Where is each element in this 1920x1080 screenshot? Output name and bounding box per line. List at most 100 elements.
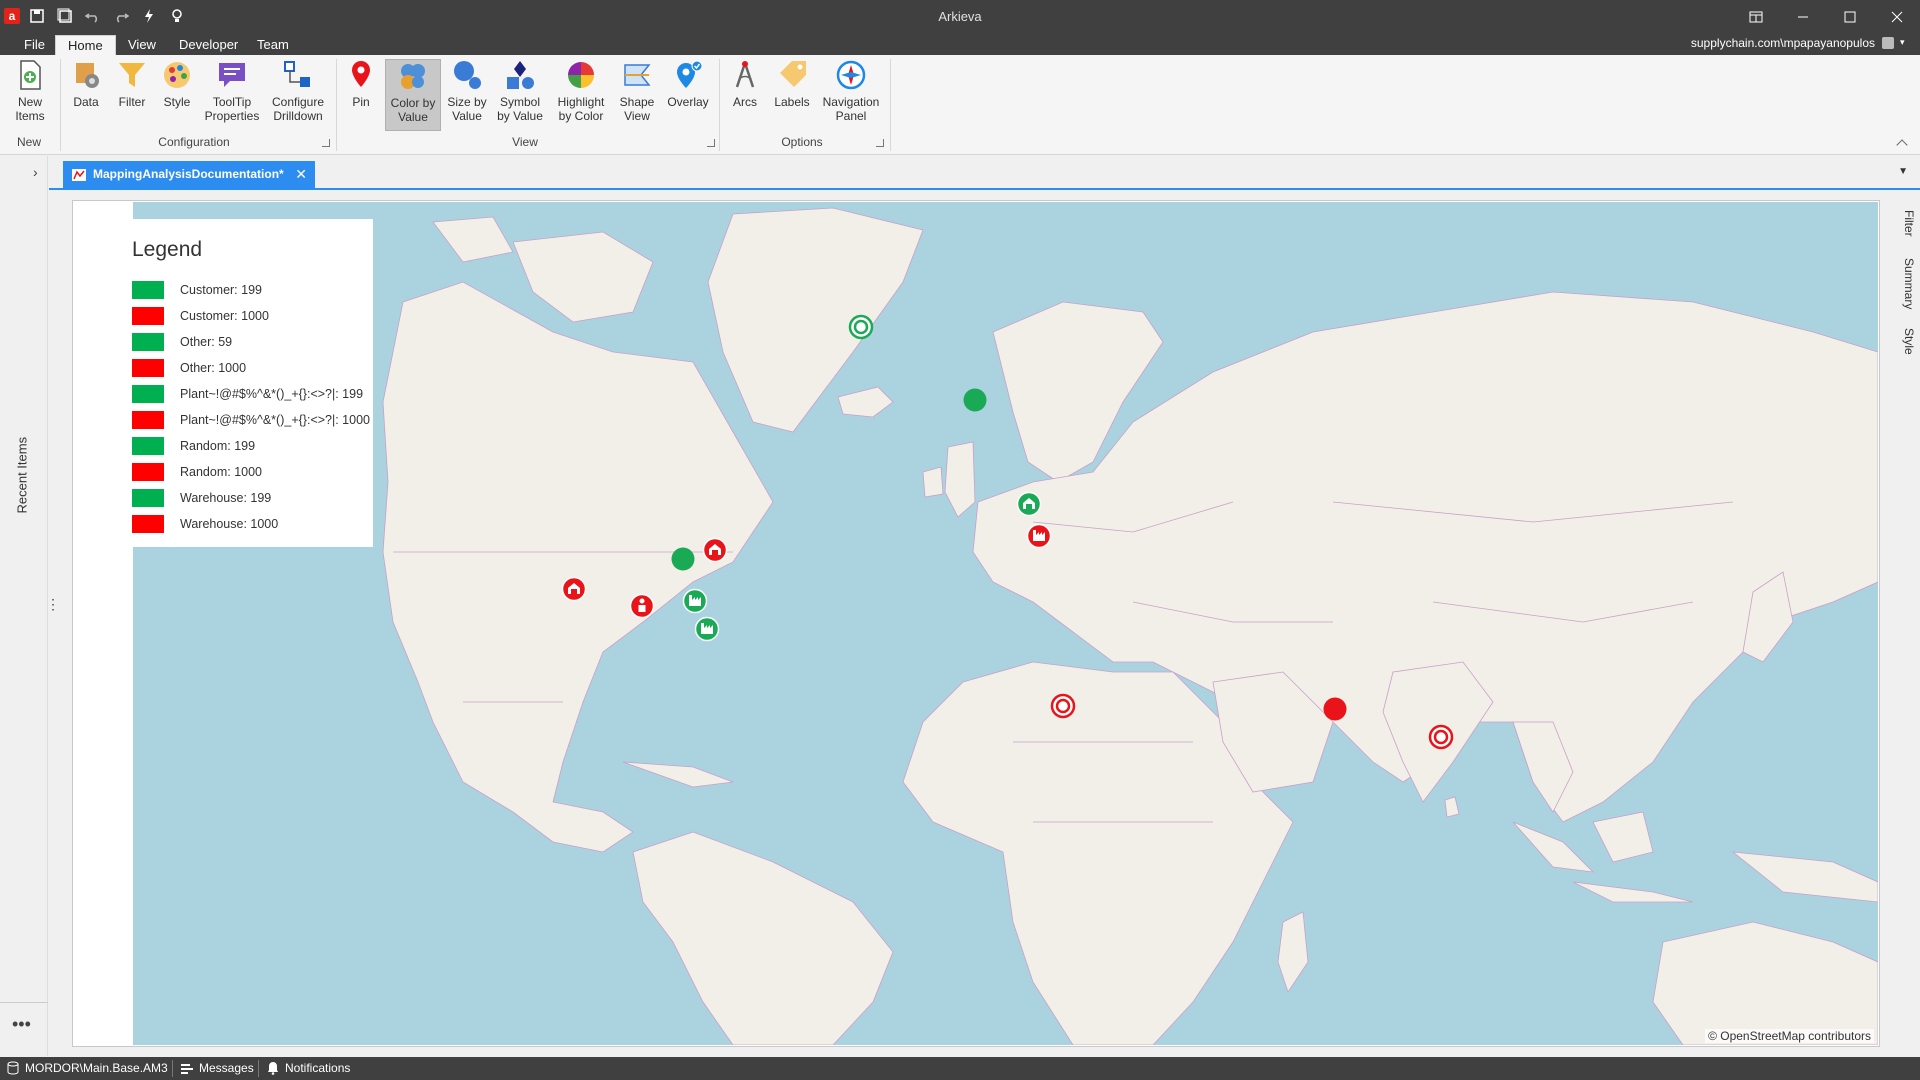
close-icon[interactable]: [1873, 0, 1920, 33]
landmass-sri-lanka: [1444, 796, 1460, 818]
recent-items-tab[interactable]: Recent Items: [15, 414, 30, 514]
database-status[interactable]: MORDOR\Main.Base.AM3: [6, 1061, 168, 1075]
legend-item: Warehouse: 199: [132, 489, 382, 507]
map-canvas[interactable]: [133, 202, 1878, 1045]
document-tab-label: MappingAnalysisDocumentation*: [93, 167, 284, 181]
map-marker-warehouse-green[interactable]: [1016, 491, 1042, 517]
palette-icon: [161, 59, 193, 91]
landmass-arctic-islands: [512, 231, 654, 323]
overlay-button[interactable]: Overlay: [663, 59, 713, 131]
legend-label: Warehouse: 199: [180, 491, 272, 505]
landmass-indonesia: [1572, 881, 1694, 903]
map-marker-plant-green[interactable]: [682, 588, 708, 614]
map-marker-customer-red[interactable]: [629, 593, 655, 619]
maximize-icon[interactable]: [1826, 0, 1873, 33]
legend-swatch: [132, 411, 164, 429]
options-dialog-launcher-icon[interactable]: [876, 139, 884, 147]
document-tab[interactable]: MappingAnalysisDocumentation* ✕: [63, 161, 315, 188]
expand-panel-icon[interactable]: ›: [33, 164, 38, 180]
tab-file[interactable]: File: [12, 35, 57, 55]
close-tab-icon[interactable]: ✕: [295, 161, 307, 188]
new-document-icon: [14, 59, 46, 91]
group-options-label: Options: [781, 135, 823, 149]
map-marker-warehouse-red[interactable]: [702, 537, 728, 563]
messages-status[interactable]: Messages: [180, 1061, 254, 1075]
filter-button[interactable]: Filter: [108, 59, 156, 131]
tab-developer[interactable]: Developer: [167, 35, 250, 55]
notifications-status[interactable]: Notifications: [266, 1061, 350, 1075]
collapse-ribbon-icon[interactable]: [1896, 139, 1908, 151]
configure-drilldown-label: Configure Drilldown: [271, 95, 325, 123]
shape-view-button[interactable]: Shape View: [611, 59, 663, 131]
shape-view-label: Shape View: [619, 95, 655, 123]
map-marker-ring-red[interactable]: [1428, 724, 1454, 750]
configure-drilldown-button[interactable]: Configure Drilldown: [266, 59, 330, 131]
legend-item: Plant~!@#$%^&*()_+{}:<>?|: 1000: [132, 411, 382, 429]
legend-label: Customer: 199: [180, 283, 262, 297]
right-sidebar: Filter Summary Style: [1880, 200, 1920, 1047]
legend-label: Random: 199: [180, 439, 256, 453]
map-marker-ring-green[interactable]: [848, 314, 874, 340]
map-marker-plant-green[interactable]: [694, 616, 720, 642]
landmass-australia: [1652, 921, 1878, 1045]
color-by-value-button[interactable]: Color by Value: [385, 59, 441, 131]
pin-button[interactable]: Pin: [340, 59, 382, 131]
map-marker-ring-red[interactable]: [1050, 693, 1076, 719]
status-separator: [172, 1060, 173, 1077]
labels-button[interactable]: Labels: [768, 59, 816, 131]
data-button[interactable]: Data: [62, 59, 110, 131]
messages-icon: [181, 1064, 193, 1074]
highlight-by-color-button[interactable]: Highlight by Color: [553, 59, 609, 131]
left-sidebar: › Recent Items ⋮ •••: [0, 156, 60, 1056]
filter-panel-tab[interactable]: Filter: [1902, 210, 1916, 237]
world-map[interactable]: © OpenStreetMap contributors: [133, 202, 1878, 1045]
group-separator: [719, 59, 720, 151]
symbol-by-value-label: Symbol by Value: [497, 95, 543, 123]
tooltip-properties-button[interactable]: ToolTip Properties: [203, 59, 261, 131]
legend-item: Random: 1000: [132, 463, 382, 481]
group-view-label: View: [512, 135, 538, 149]
highlight-by-color-label: Highlight by Color: [557, 95, 605, 123]
map-marker-dot-red[interactable]: [1323, 697, 1347, 721]
summary-panel-tab[interactable]: Summary: [1902, 258, 1916, 309]
configuration-dialog-launcher-icon[interactable]: [322, 139, 330, 147]
tag-icon: [776, 59, 808, 91]
messages-label: Messages: [199, 1061, 254, 1075]
layout-icon[interactable]: [1732, 0, 1779, 33]
account-icon[interactable]: [1882, 37, 1894, 49]
legend-item: Warehouse: 1000: [132, 515, 382, 533]
tab-list-dropdown-icon[interactable]: ▼: [1898, 166, 1908, 177]
window-title: Arkieva: [938, 9, 982, 24]
more-options-icon[interactable]: •••: [12, 1014, 31, 1035]
legend-swatch: [132, 515, 164, 533]
view-dialog-launcher-icon[interactable]: [707, 139, 715, 147]
pin-label: Pin: [352, 95, 370, 109]
map-marker-warehouse-red[interactable]: [561, 576, 587, 602]
minimize-icon[interactable]: [1779, 0, 1826, 33]
landmass-arctic-islands: [432, 216, 514, 263]
style-panel-tab[interactable]: Style: [1902, 328, 1916, 355]
account-menu[interactable]: ▾: [1882, 37, 1912, 49]
map-attribution: © OpenStreetMap contributors: [1705, 1029, 1874, 1043]
landmass-new-guinea: [1731, 851, 1878, 903]
chevron-down-icon[interactable]: ▾: [1900, 37, 1912, 49]
map-marker-plant-red[interactable]: [1026, 523, 1052, 549]
new-items-button[interactable]: New Items: [3, 59, 57, 131]
user-account[interactable]: supplychain.com\mpapayanopulos: [1691, 36, 1875, 50]
style-button[interactable]: Style: [153, 59, 201, 131]
splitter-handle-icon[interactable]: ⋮: [46, 596, 60, 613]
map-marker-dot-green[interactable]: [963, 388, 987, 412]
arcs-button[interactable]: Arcs: [724, 59, 766, 131]
tab-team[interactable]: Team: [245, 35, 301, 55]
size-by-value-icon: [451, 59, 483, 91]
map-marker-dot-green[interactable]: [671, 547, 695, 571]
overlay-icon: [672, 59, 704, 91]
navigation-panel-button[interactable]: Navigation Panel: [820, 59, 882, 131]
legend-item: Other: 1000: [132, 359, 382, 377]
symbol-by-value-button[interactable]: Symbol by Value: [492, 59, 548, 131]
size-by-value-button[interactable]: Size by Value: [440, 59, 494, 131]
tab-home[interactable]: Home: [55, 35, 116, 55]
compass-icon: [835, 59, 867, 91]
tab-view[interactable]: View: [116, 35, 168, 55]
legend-swatch: [132, 489, 164, 507]
